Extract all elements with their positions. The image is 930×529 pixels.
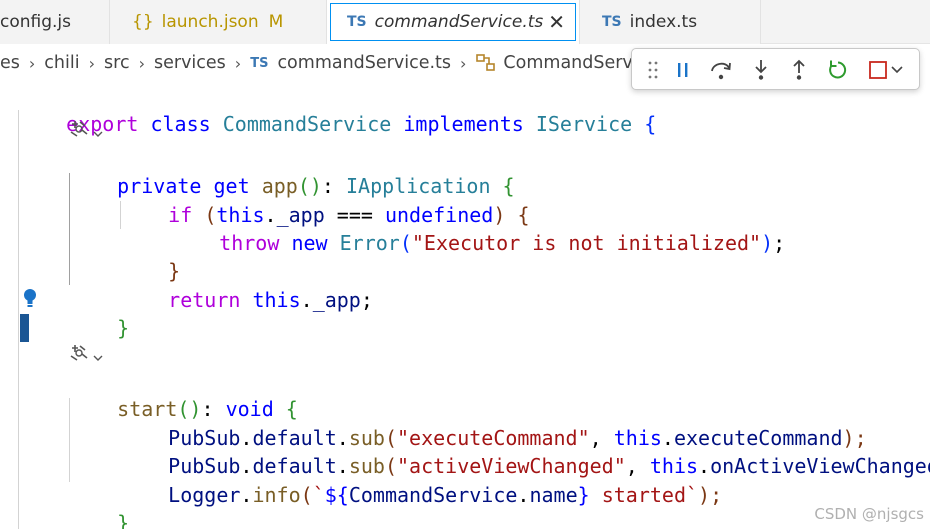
code-line: throw new Error("Executor is not initial… <box>219 231 786 255</box>
stop-button[interactable] <box>866 58 890 82</box>
code-line: } <box>117 316 130 340</box>
breadcrumb-file-label: commandService.ts <box>277 53 452 73</box>
breadcrumb-symbol[interactable]: CommandServi <box>475 53 638 73</box>
code-line: if (this._app === undefined) { <box>168 203 530 227</box>
chevron-down-icon <box>93 131 103 137</box>
tab-label: launch.json <box>161 12 259 32</box>
code-line: private get app(): IApplication { <box>117 174 515 198</box>
code-line: return this._app; <box>168 288 373 312</box>
modified-indicator: M <box>268 12 284 32</box>
tab-launch-json[interactable]: {} launch.json M <box>110 0 327 44</box>
class-symbol-icon <box>476 54 496 71</box>
step-over-icon <box>711 62 731 80</box>
code-line: export class CommandService implements I… <box>66 112 657 136</box>
step-into-icon <box>755 60 767 80</box>
breadcrumb-item[interactable]: chili <box>44 53 79 73</box>
typescript-icon: TS <box>602 14 622 30</box>
code-line: Logger.info(`${CommandService.name} star… <box>168 483 723 507</box>
lightbulb-icon[interactable] <box>22 288 38 310</box>
watermark: CSDN @njsgcs <box>814 505 924 523</box>
step-over-button[interactable] <box>709 58 733 82</box>
step-out-icon <box>793 59 805 80</box>
run-debug-icon <box>70 345 88 361</box>
editor-tab-bar: config.js {} launch.json M TS commandSer… <box>0 0 930 44</box>
run-debug-icon <box>70 121 88 137</box>
drag-grip-icon[interactable] <box>648 60 658 80</box>
restart-icon <box>829 60 847 79</box>
tab-config-js[interactable]: config.js <box>0 0 110 44</box>
tab-label: index.ts <box>629 12 698 32</box>
chevron-right-icon: › <box>234 53 242 73</box>
stop-icon <box>869 61 887 79</box>
code-line: PubSub.default.sub("executeCommand", thi… <box>168 426 867 450</box>
code-line: } <box>117 511 130 529</box>
breadcrumb-item[interactable]: src <box>104 53 130 73</box>
chevron-down-icon <box>891 66 903 74</box>
code-line: PubSub.default.sub("activeViewChanged", … <box>168 454 930 478</box>
tab-commandservice-ts[interactable]: TS commandService.ts ✕ <box>327 0 580 44</box>
chevron-right-icon: › <box>460 53 467 73</box>
chevron-right-icon: › <box>138 53 145 73</box>
chevron-down-icon <box>93 355 103 361</box>
pause-icon <box>678 63 688 77</box>
code-line: start(): void { <box>117 397 298 421</box>
typescript-icon: TS <box>250 55 269 71</box>
codelens-toggle[interactable] <box>69 344 103 366</box>
step-into-button[interactable] <box>749 58 773 82</box>
git-change-indicator[interactable] <box>20 314 29 342</box>
tab-index-ts[interactable]: TS index.ts <box>580 0 761 44</box>
codelens-toggle[interactable] <box>69 120 103 142</box>
chevron-right-icon: › <box>88 53 96 73</box>
breadcrumb-item[interactable]: es <box>0 53 20 73</box>
chevron-right-icon: › <box>28 53 36 73</box>
pause-button[interactable] <box>671 58 695 82</box>
code-editor[interactable]: export class CommandService implements I… <box>0 82 930 529</box>
close-icon[interactable]: ✕ <box>548 10 565 34</box>
breadcrumb-item[interactable]: services <box>154 53 226 73</box>
json-icon: {} <box>132 12 154 32</box>
breadcrumb-file[interactable]: TS commandService.ts <box>250 53 451 73</box>
breadcrumb-symbol-label: CommandServi <box>503 53 638 73</box>
code-line: } <box>168 259 181 283</box>
stop-dropdown[interactable] <box>888 58 906 82</box>
tab-label: config.js <box>0 12 72 32</box>
restart-button[interactable] <box>826 58 850 82</box>
step-out-button[interactable] <box>787 58 811 82</box>
